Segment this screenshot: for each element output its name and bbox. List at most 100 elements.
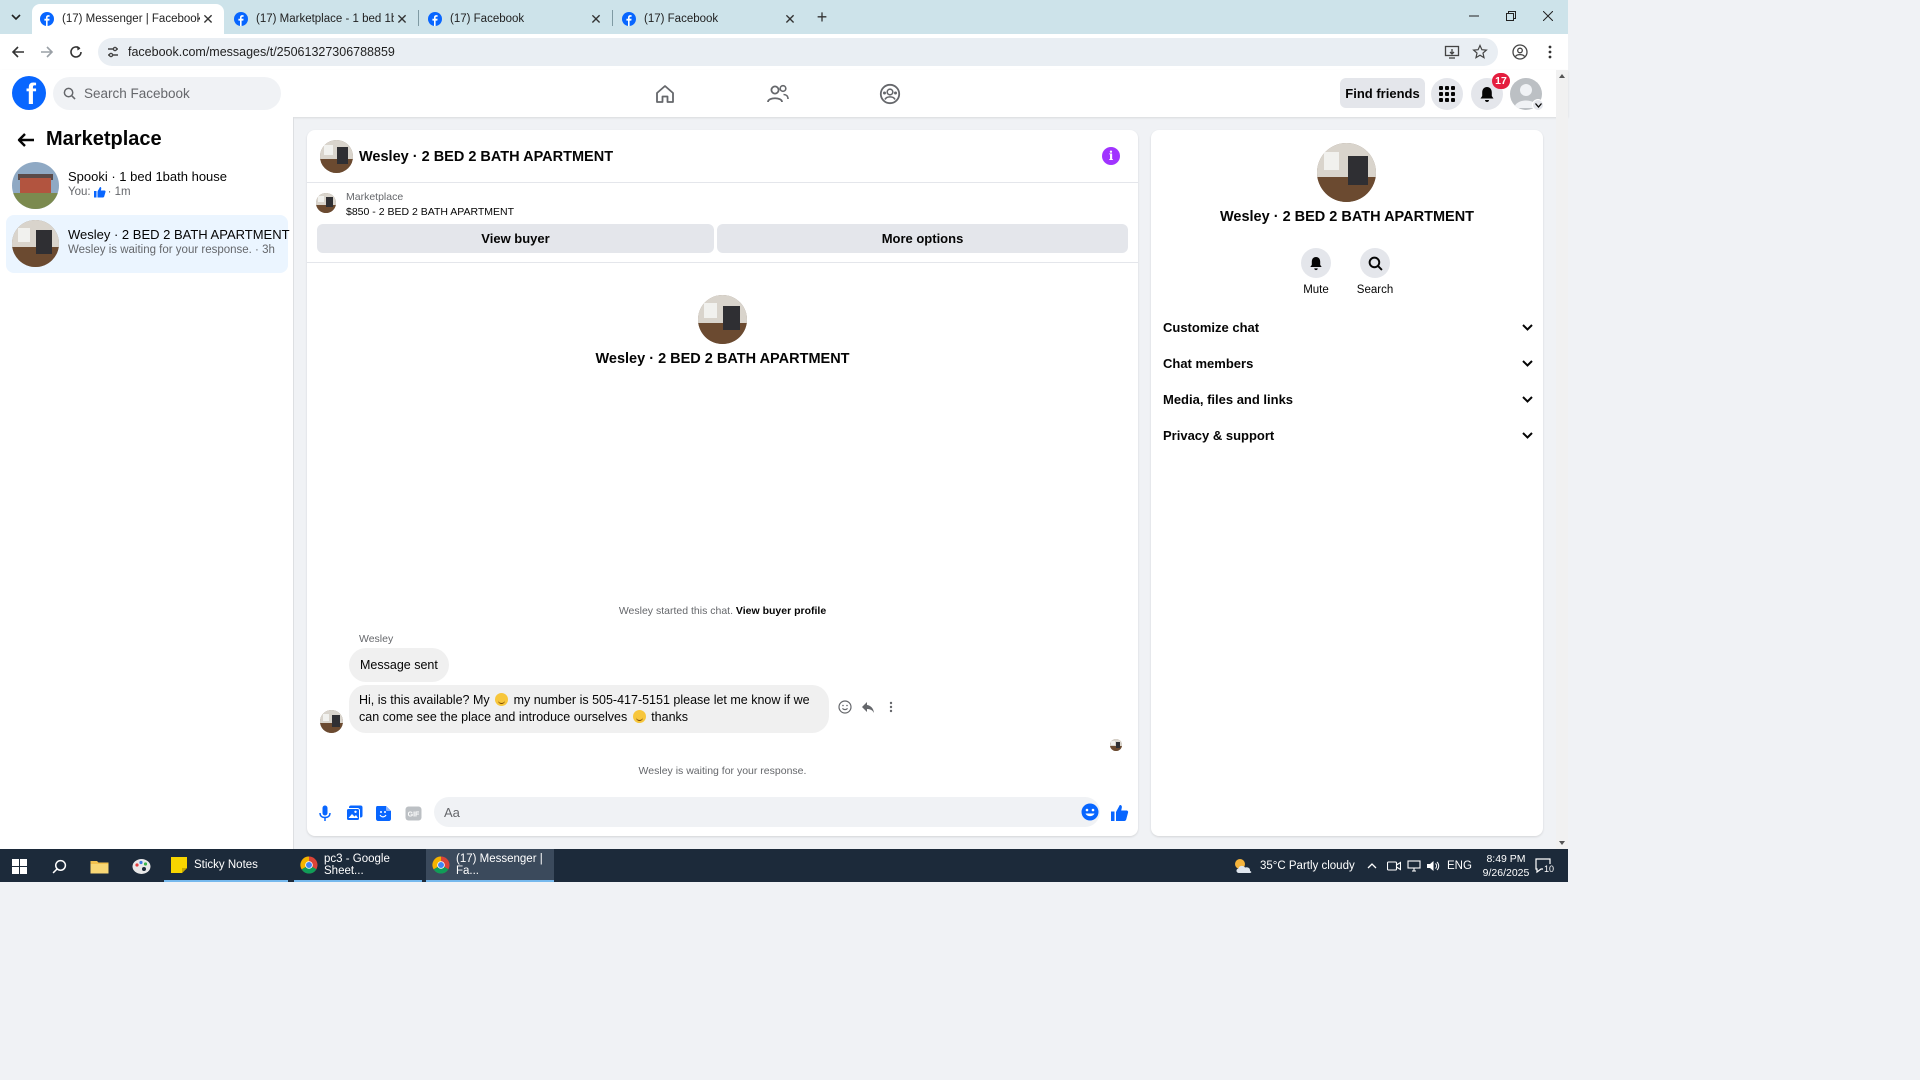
tab-search-menu[interactable]	[6, 7, 26, 27]
section-chat-members[interactable]: Chat members	[1163, 348, 1533, 378]
mute-circle	[1301, 248, 1331, 278]
tab-title: (17) Facebook	[644, 13, 719, 25]
taskbar-app-label: (17) Messenger | Fa...	[456, 852, 543, 877]
svg-text:GIF: GIF	[407, 811, 419, 818]
conversation-name: Wesley · 2 BED 2 BATH APARTMENT	[68, 227, 290, 242]
scroll-up-arrow-icon[interactable]	[1559, 74, 1565, 78]
input-language[interactable]: ENG	[1447, 849, 1472, 882]
taskbar-app-chrome-messenger[interactable]: (17) Messenger | Fa...	[426, 849, 554, 882]
section-media-files-links[interactable]: Media, files and links	[1163, 384, 1533, 414]
forward-button[interactable]	[37, 42, 57, 62]
file-explorer-button[interactable]	[88, 855, 110, 877]
browser-toolbar: facebook.com/messages/t/2506132730678885…	[0, 34, 1568, 70]
close-tab-icon[interactable]: ✕	[394, 11, 410, 27]
notification-badge: 17	[1492, 73, 1510, 89]
address-bar[interactable]: facebook.com/messages/t/2506132730678885…	[98, 38, 1498, 66]
voice-clip-button[interactable]	[315, 803, 335, 823]
seen-indicator-avatar	[1110, 739, 1122, 751]
more-options-button[interactable]: More options	[717, 224, 1128, 253]
tray-volume-icon[interactable]	[1426, 849, 1440, 882]
taskbar-search-button[interactable]	[48, 855, 70, 877]
tray-meet-icon[interactable]	[1387, 849, 1401, 882]
scroll-down-arrow-icon[interactable]	[1559, 841, 1565, 845]
thumbs-up-icon	[1110, 805, 1128, 821]
message-bubble[interactable]: Message sent	[349, 648, 449, 682]
start-button[interactable]	[8, 855, 30, 877]
install-app-icon[interactable]	[1444, 44, 1460, 60]
browser-tab-messenger[interactable]: (17) Messenger | Facebook ✕	[32, 4, 224, 34]
profile-button[interactable]	[1510, 42, 1530, 62]
clock-date: 9/26/2025	[1482, 867, 1530, 879]
message-bubble[interactable]: Hi, is this available? My my number is 5…	[349, 685, 829, 733]
section-privacy-support[interactable]: Privacy & support	[1163, 420, 1533, 450]
menu-button[interactable]	[1431, 78, 1463, 110]
weather-text: 35°C Partly cloudy	[1260, 859, 1355, 872]
message-input[interactable]	[444, 802, 1064, 822]
view-buyer-button[interactable]: View buyer	[317, 224, 714, 253]
minimize-window-button[interactable]	[1456, 5, 1492, 27]
reload-button[interactable]	[66, 42, 86, 62]
restore-window-button[interactable]	[1493, 5, 1529, 27]
nav-home[interactable]	[652, 81, 678, 107]
sender-avatar[interactable]	[320, 710, 343, 733]
facebook-search[interactable]: Search Facebook	[53, 77, 281, 110]
attach-media-button[interactable]	[344, 803, 364, 823]
search-icon	[63, 87, 76, 100]
info-avatar[interactable]	[1317, 143, 1376, 202]
view-buyer-profile-link[interactable]: View buyer profile	[736, 605, 826, 617]
message-text-part: thanks	[651, 710, 689, 724]
conversation-info-icon[interactable]: i	[1102, 147, 1120, 165]
conversation-item-spooki[interactable]: Spooki · 1 bed 1bath house You: · 1m	[6, 157, 288, 215]
gif-button[interactable]: GIF	[403, 803, 423, 823]
nav-groups[interactable]	[877, 81, 903, 107]
reply-button[interactable]	[860, 699, 876, 715]
taskbar-app-sticky-notes[interactable]: Sticky Notes	[164, 849, 288, 882]
find-friends-button[interactable]: Find friends	[1340, 78, 1425, 108]
close-tab-icon[interactable]: ✕	[588, 11, 604, 27]
conversation-snippet: Wesley is waiting for your response. · 3…	[68, 244, 275, 256]
browser-menu-button[interactable]	[1540, 42, 1560, 62]
close-tab-icon[interactable]: ✕	[200, 11, 216, 27]
tab-title: (17) Facebook	[450, 13, 525, 25]
react-button[interactable]	[837, 699, 853, 715]
message-more-button[interactable]	[883, 699, 899, 715]
new-tab-button[interactable]: +	[812, 7, 832, 27]
tab-title: (17) Marketplace - 1 bed 1bath	[256, 13, 394, 25]
chat-avatar[interactable]	[320, 140, 353, 173]
taskbar-app-chrome-sheets[interactable]: pc3 - Google Sheet...	[294, 849, 422, 882]
chat-title[interactable]: Wesley · 2 BED 2 BATH APARTMENT	[359, 149, 613, 165]
back-button[interactable]	[8, 42, 28, 62]
tray-network-icon[interactable]	[1407, 849, 1421, 882]
chevron-down-icon	[1522, 431, 1533, 439]
sticker-button[interactable]	[373, 803, 393, 823]
started-text: Wesley started this chat.	[618, 605, 733, 617]
conversation-item-wesley[interactable]: Wesley · 2 BED 2 BATH APARTMENT Wesley i…	[6, 215, 290, 273]
emoji-picker-icon[interactable]	[1080, 802, 1100, 822]
browser-tab-marketplace[interactable]: (17) Marketplace - 1 bed 1bath ✕	[226, 4, 418, 34]
tray-overflow-button[interactable]	[1367, 849, 1377, 882]
section-customize-chat[interactable]: Customize chat	[1163, 312, 1533, 342]
groups-icon	[879, 83, 901, 105]
close-tab-icon[interactable]: ✕	[782, 11, 798, 27]
browser-tab-facebook[interactable]: (17) Facebook ✕	[420, 4, 612, 34]
bookmark-star-icon[interactable]	[1472, 44, 1488, 60]
site-settings-icon[interactable]	[106, 45, 120, 59]
close-window-button[interactable]	[1530, 5, 1566, 27]
system-clock[interactable]: 8:49 PM 9/26/2025	[1480, 852, 1532, 880]
search-in-conversation-button[interactable]: Search	[1345, 248, 1405, 296]
message-composer[interactable]	[434, 797, 1100, 827]
account-caret[interactable]	[1532, 99, 1544, 111]
mute-button[interactable]: Mute	[1286, 248, 1346, 296]
browser-tab-facebook-2[interactable]: (17) Facebook ✕	[614, 4, 806, 34]
paint-app-button[interactable]	[130, 855, 152, 877]
action-center-button[interactable]: 10	[1534, 856, 1556, 876]
minimize-icon	[1469, 15, 1479, 17]
facebook-logo[interactable]: f	[12, 76, 46, 110]
listing-price-title[interactable]: $850 - 2 BED 2 BATH APARTMENT	[346, 206, 514, 218]
page-scrollbar[interactable]	[1556, 70, 1568, 849]
send-like-button[interactable]	[1109, 803, 1129, 823]
back-arrow-icon[interactable]	[16, 130, 36, 150]
folder-icon	[90, 860, 108, 873]
nav-friends[interactable]	[765, 81, 791, 107]
weather-widget[interactable]: 35°C Partly cloudy	[1232, 849, 1355, 882]
